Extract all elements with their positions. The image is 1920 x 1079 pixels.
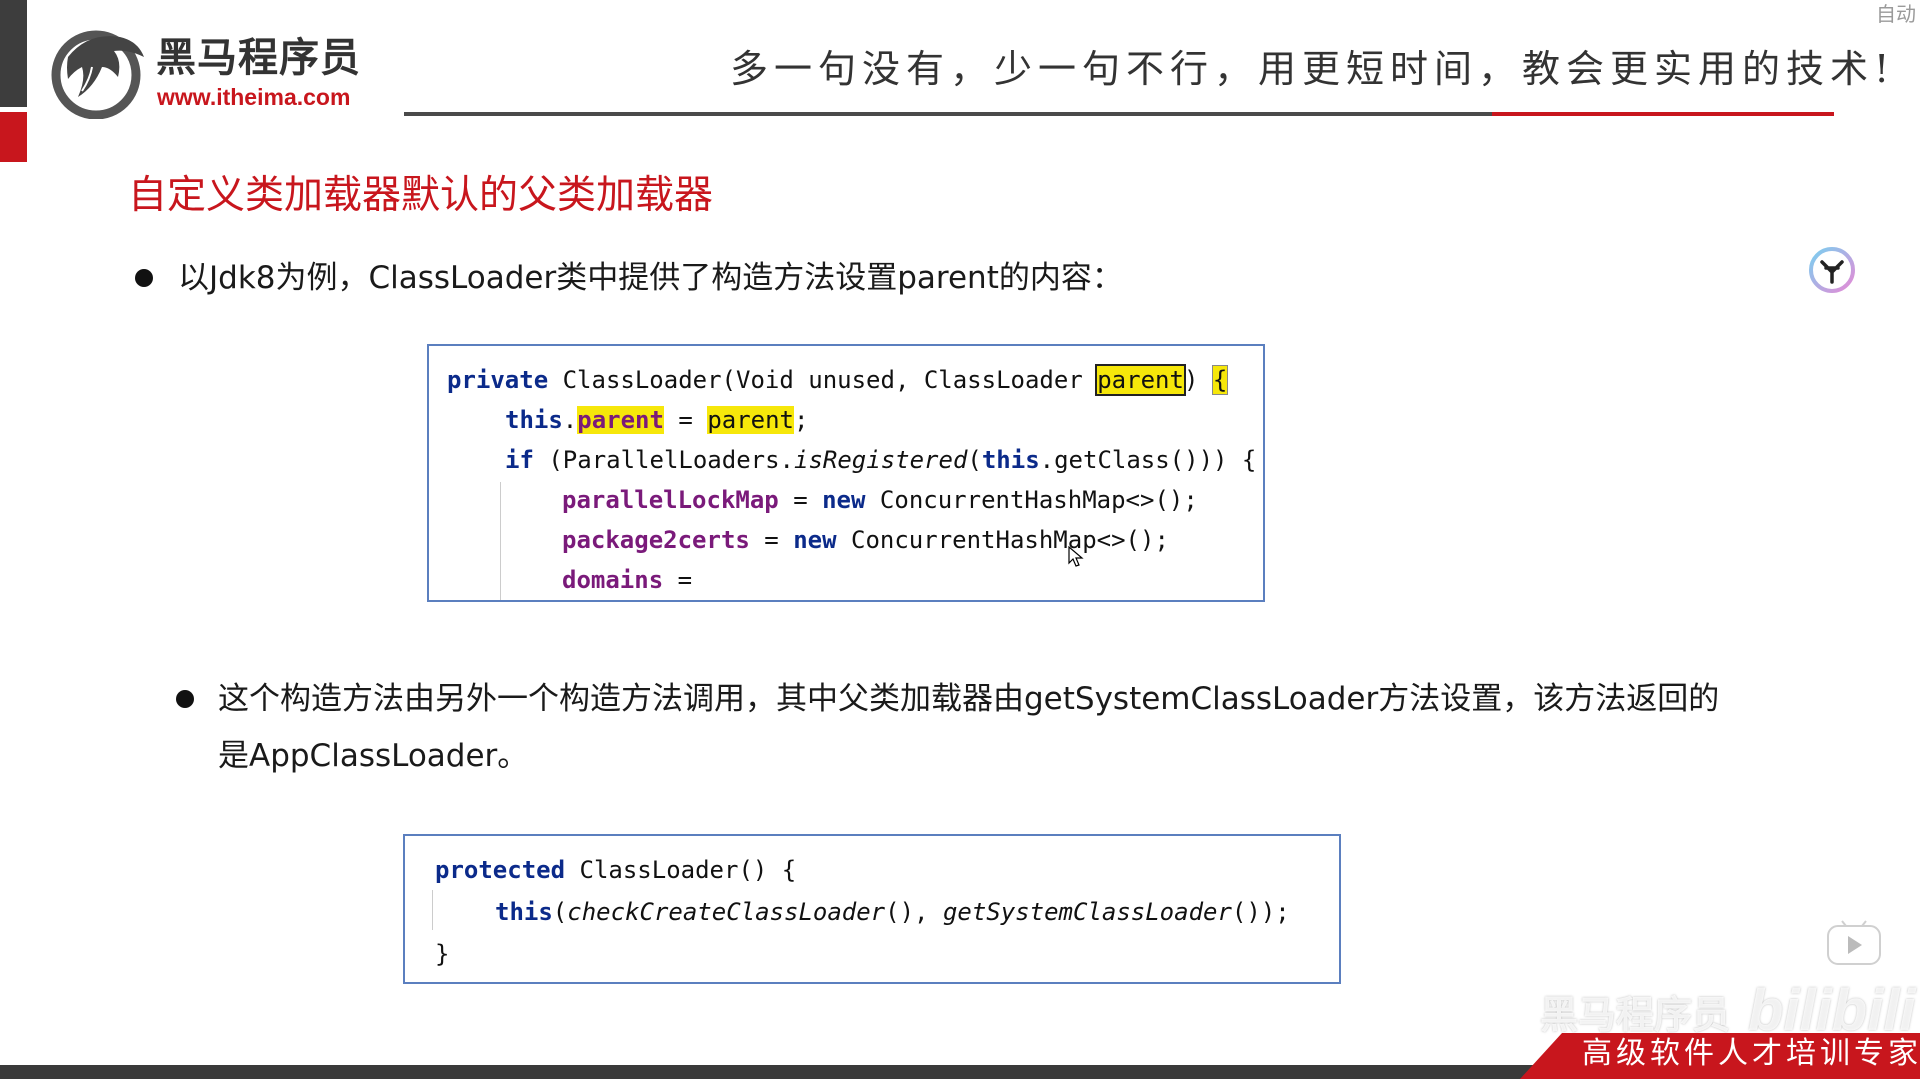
logo-url: www.itheima.com xyxy=(157,84,351,110)
header-divider-accent xyxy=(1492,112,1834,116)
code-line-2: this.parent = parent; xyxy=(505,406,809,434)
code-line-2: this(checkCreateClassLoader(), getSystem… xyxy=(495,900,1290,924)
code-token: .getClass())) { xyxy=(1039,446,1257,474)
code-line-4: parallelLockMap = new ConcurrentHashMap<… xyxy=(562,488,1198,512)
left-strip-dark xyxy=(0,0,27,107)
slide-title: 自定义类加载器默认的父类加载器 xyxy=(128,173,714,218)
code-token: = xyxy=(749,526,794,554)
code-token: new xyxy=(793,526,837,554)
code-block-default-constructor: protected ClassLoader() { this(checkCrea… xyxy=(403,834,1341,984)
code-token: ConcurrentHashMap<>(); xyxy=(836,526,1169,554)
horse-logo-icon xyxy=(51,30,144,119)
code-token: (), xyxy=(885,898,943,926)
code-token: . xyxy=(562,406,578,434)
code-token: ()); xyxy=(1231,898,1290,926)
footer-tagline: 高级软件人才培训专家 xyxy=(1582,1036,1920,1071)
code-token: if xyxy=(505,446,534,474)
code-line-1: protected ClassLoader() { xyxy=(435,858,796,882)
code-token: this xyxy=(981,446,1040,474)
code-token: = xyxy=(663,566,693,594)
code-token: = xyxy=(778,486,823,514)
code-token: } xyxy=(435,940,450,968)
code-token: private xyxy=(447,366,549,394)
code-token: ) xyxy=(1183,366,1199,394)
code-token: new xyxy=(822,486,866,514)
assistant-icon[interactable] xyxy=(1808,246,1856,294)
code-line-3: } xyxy=(435,942,449,966)
header-divider xyxy=(404,112,1492,116)
code-token: ( xyxy=(967,446,982,474)
code-block-constructor: private ClassLoader(Void unused, ClassLo… xyxy=(427,344,1265,602)
watermark-channel: 黑马程序员 xyxy=(1540,993,1731,1037)
code-token: ClassLoader(Void unused, ClassLoader xyxy=(548,366,1098,394)
code-token: this xyxy=(505,406,563,434)
bullet-icon xyxy=(135,269,153,287)
watermark-bilibili: bilibili xyxy=(1748,978,1916,1043)
code-line-6: domains = xyxy=(562,568,692,592)
indent-guide xyxy=(432,890,433,930)
bullet-text-1: 以Jdk8为例，ClassLoader类中提供了构造方法设置parent的内容： xyxy=(178,260,1123,296)
left-strip-red xyxy=(0,112,27,162)
mouse-cursor-icon xyxy=(1068,546,1084,567)
code-line-1: private ClassLoader(Void unused, ClassLo… xyxy=(447,364,1229,396)
highlighted-param: parent xyxy=(1095,364,1186,396)
corner-label: 自动 xyxy=(1876,2,1916,26)
indent-guide xyxy=(500,482,501,600)
code-token: package2certs xyxy=(562,526,750,554)
code-token: = xyxy=(663,406,708,434)
logo-name: 黑马程序员 xyxy=(156,35,361,81)
code-token: getSystemClassLoader xyxy=(942,898,1232,926)
code-token: ; xyxy=(794,406,809,434)
code-token: ClassLoader() { xyxy=(565,856,797,884)
code-token: protected xyxy=(435,856,566,884)
code-token: checkCreateClassLoader xyxy=(567,898,886,926)
code-token: isRegistered xyxy=(794,446,968,474)
bullet-text-2-line-1: 这个构造方法由另外一个构造方法调用，其中父类加载器由getSystemClass… xyxy=(218,681,1720,717)
code-token: domains xyxy=(562,566,664,594)
code-token: ConcurrentHashMap<>(); xyxy=(865,486,1198,514)
bullet-text-2-line-2: 是AppClassLoader。 xyxy=(218,738,529,774)
code-line-3: if (ParallelLoaders.isRegistered(this.ge… xyxy=(505,448,1256,472)
bullet-icon xyxy=(176,690,194,708)
code-token: (ParallelLoaders. xyxy=(533,446,794,474)
play-icon[interactable] xyxy=(1826,920,1882,968)
code-token: ( xyxy=(552,898,568,926)
header-slogan: 多一句没有，少一句不行，用更短时间，教会更实用的技术! xyxy=(730,47,1896,91)
code-token: parallelLockMap xyxy=(562,486,779,514)
code-token: this xyxy=(495,898,553,926)
highlighted-field: parent xyxy=(577,406,664,434)
highlighted-param: parent xyxy=(707,406,795,434)
highlighted-brace: { xyxy=(1211,365,1229,395)
